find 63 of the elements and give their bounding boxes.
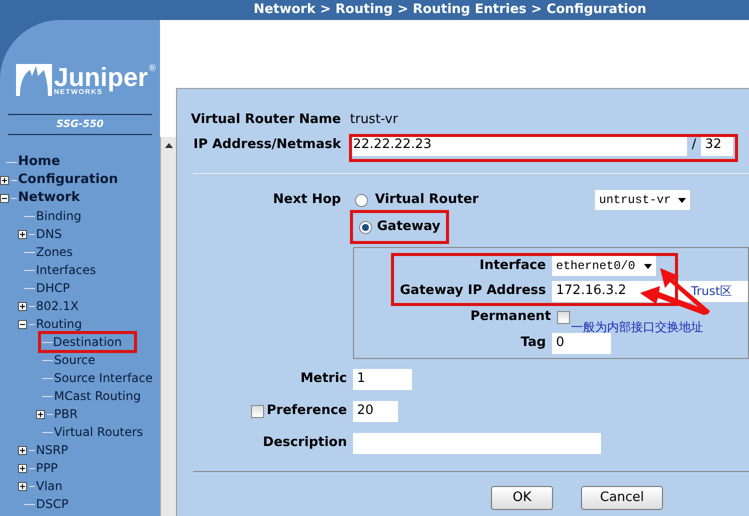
tree-item[interactable]: Home <box>17 154 62 170</box>
tree-item[interactable]: Source Interface <box>53 370 154 386</box>
input-field[interactable]: 1 <box>353 368 412 390</box>
radio-button[interactable] <box>355 194 368 206</box>
field-label: Gateway IP Address <box>398 282 547 300</box>
tree-item[interactable]: DNS <box>35 226 63 242</box>
radio-label: Virtual Router <box>375 191 479 210</box>
tree-item[interactable]: Network <box>17 190 81 206</box>
tree-item[interactable]: Source <box>53 352 96 368</box>
annotation-note: Trust区 <box>691 283 732 300</box>
field-value: trust-vr <box>349 111 398 130</box>
tree-item[interactable]: Destination <box>41 334 134 350</box>
breadcrumb: Network > Routing > Routing Entries > Configuration <box>254 1 646 20</box>
field-label: Preference <box>266 402 347 420</box>
tree-item[interactable]: DSCP <box>35 496 70 512</box>
tree-item[interactable]: Virtual Routers <box>53 424 144 440</box>
scroll-up-icon[interactable] <box>164 143 172 148</box>
tree-item[interactable]: Interfaces <box>35 262 97 278</box>
tree-item[interactable]: MCast Routing <box>53 388 142 404</box>
tree-item[interactable]: Binding <box>35 208 82 224</box>
checkbox[interactable] <box>250 404 264 418</box>
minus-icon[interactable] <box>0 194 9 202</box>
caret-icon <box>678 198 686 202</box>
dialog-button[interactable]: Cancel <box>581 486 664 510</box>
field-label: Metric <box>299 370 348 388</box>
dropdown[interactable]: ethernet0/0 <box>552 256 656 276</box>
plus-icon[interactable] <box>18 302 27 310</box>
input-field[interactable] <box>353 432 601 454</box>
radio-button[interactable] <box>359 220 372 234</box>
caret-icon <box>644 264 652 268</box>
minus-icon[interactable] <box>18 320 27 328</box>
input-field[interactable]: 0 <box>552 332 611 354</box>
field-label: Next Hop <box>272 191 342 210</box>
tree-item[interactable]: Vlan <box>35 478 64 494</box>
tree-item[interactable]: Zones <box>35 244 74 260</box>
tree-item[interactable]: Configuration <box>17 172 119 188</box>
device-model: SSG-550 <box>56 118 104 132</box>
tree-item[interactable]: 802.1X <box>35 298 80 314</box>
plus-icon[interactable] <box>18 446 27 454</box>
logo-icon <box>16 64 52 96</box>
plus-icon[interactable] <box>18 464 27 472</box>
plus-icon[interactable] <box>18 482 27 490</box>
tree-item[interactable]: DHCP <box>35 280 71 296</box>
checkbox[interactable] <box>557 310 570 324</box>
radio-label: Gateway <box>377 218 440 236</box>
tree-item[interactable]: NSRP <box>35 442 70 458</box>
tree-item[interactable]: PPP <box>35 460 59 476</box>
plus-icon[interactable] <box>36 410 45 418</box>
tree-item[interactable]: PBR <box>53 406 79 422</box>
dialog-button[interactable]: OK <box>491 486 553 510</box>
tree-item[interactable]: Routing <box>35 316 84 332</box>
field-label: Interface <box>478 257 547 276</box>
registered-mark: ® <box>148 64 157 74</box>
input-field[interactable]: 20 <box>353 400 398 422</box>
field-label: IP Address/Netmask <box>192 136 342 154</box>
field-label: Description <box>262 434 348 452</box>
scrollbar[interactable] <box>160 137 176 516</box>
dropdown[interactable]: untrust-vr <box>595 190 690 210</box>
field-label: Tag <box>520 334 547 352</box>
plus-icon[interactable] <box>0 176 9 184</box>
field-label: Virtual Router Name <box>190 111 342 130</box>
plus-icon[interactable] <box>18 230 27 238</box>
field-label: Permanent <box>469 308 552 326</box>
